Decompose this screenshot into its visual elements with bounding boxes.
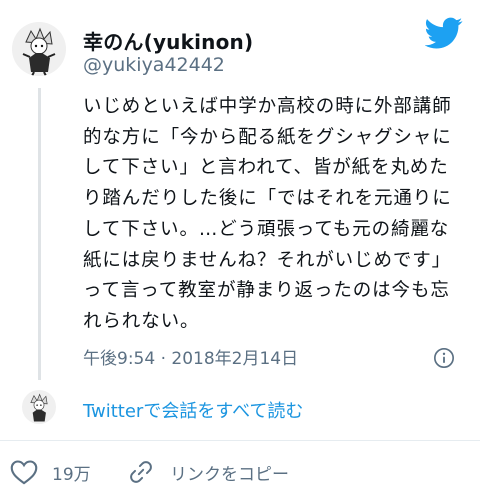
small-avatar[interactable] <box>22 390 56 424</box>
divider <box>0 440 480 441</box>
avatar-illustration-small <box>22 390 56 424</box>
copy-link-button[interactable]: リンクをコピー <box>170 460 289 485</box>
like-count: 19万 <box>52 465 91 485</box>
thread-line <box>38 88 41 380</box>
read-conversation-link[interactable]: Twitterで会話をすべて読む <box>83 397 303 423</box>
tweet-text: いじめといえば中学か高校の時に外部講師 的な方に「今から配る紙をグシャグシャに … <box>83 96 452 332</box>
avatar-illustration <box>12 22 66 76</box>
display-name[interactable]: 幸のん(yukinon) <box>83 26 253 55</box>
user-handle[interactable]: @yukiya42442 <box>83 54 225 76</box>
avatar[interactable] <box>12 22 66 76</box>
info-icon[interactable] <box>433 347 455 369</box>
link-icon[interactable] <box>128 459 154 485</box>
tweet-timestamp[interactable]: 午後9:54 · 2018年2月14日 <box>83 344 298 369</box>
twitter-bird-icon[interactable] <box>425 14 463 52</box>
heart-icon[interactable] <box>10 459 38 485</box>
